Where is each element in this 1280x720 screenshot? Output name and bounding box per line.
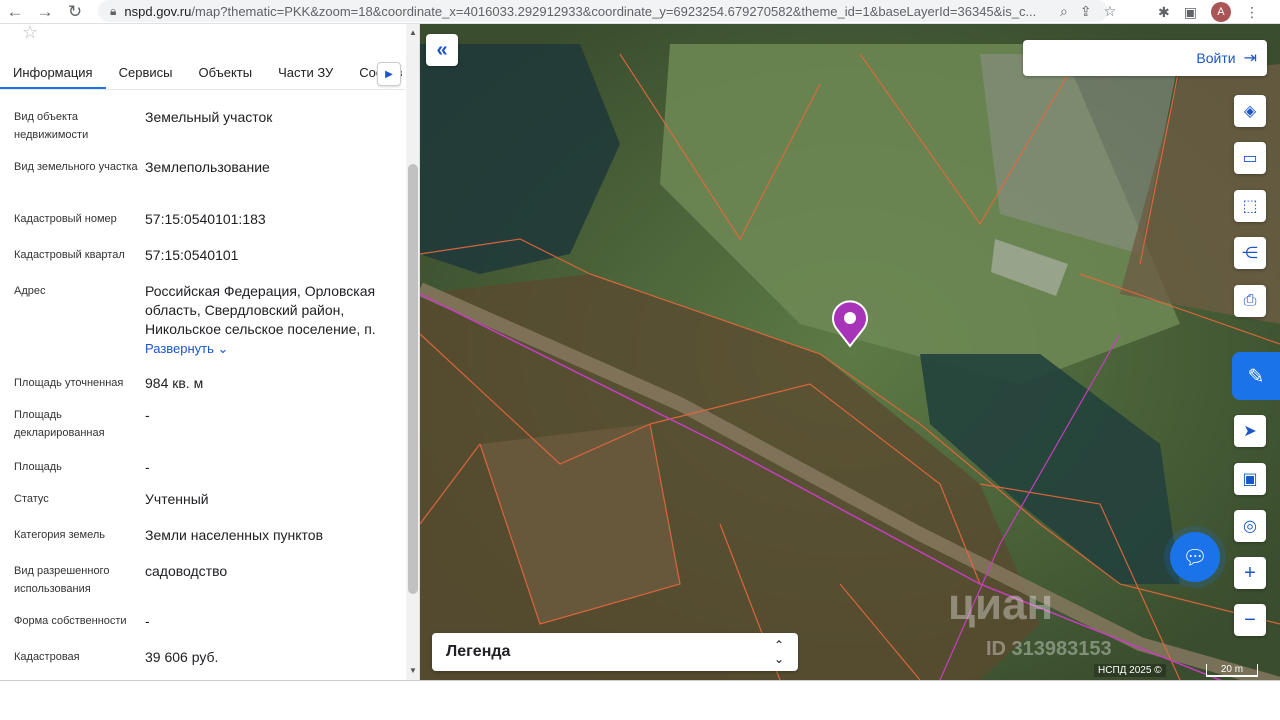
scroll-thumb[interactable]: [408, 164, 418, 594]
row-label: Площадь: [14, 461, 62, 473]
panel-scrollbar[interactable]: ▲ ▼: [406, 24, 419, 680]
row-value: садоводство: [145, 563, 228, 579]
info-panel: ☆ Информация Сервисы Объекты Части ЗУ Со…: [0, 24, 420, 680]
layers-icon[interactable]: ◈: [1234, 95, 1266, 127]
list-item: Площадь уточненная 984 кв. м: [0, 374, 400, 406]
zoom-icon[interactable]: ⌕: [1060, 3, 1068, 20]
login-arrow-icon: ⇥: [1243, 50, 1257, 67]
share-icon[interactable]: ⇪: [1080, 3, 1092, 20]
favorite-star-icon[interactable]: ☆: [22, 24, 38, 43]
print-icon[interactable]: ⎙: [1234, 285, 1266, 317]
back-arrow-icon[interactable]: ←: [0, 0, 30, 24]
list-item: Вид разрешенного использования садоводст…: [0, 562, 400, 612]
row-value: Землепользование: [145, 159, 270, 175]
list-item: Кадастровая 39 606 руб.: [0, 648, 400, 678]
reload-icon[interactable]: ↻: [60, 0, 90, 24]
row-label: Адрес: [14, 285, 46, 297]
share-icon[interactable]: ⋲: [1234, 237, 1266, 269]
watermark-id: ID 313983153: [986, 638, 1112, 660]
row-value: -: [145, 407, 150, 423]
row-value: 57:15:0540101:183: [145, 211, 266, 227]
row-value: Учтенный: [145, 491, 209, 507]
tab-parts[interactable]: Части ЗУ: [265, 58, 346, 89]
row-value: Земельный участок: [145, 109, 273, 125]
scroll-up-icon[interactable]: ▲: [409, 28, 417, 37]
sidebar-icon[interactable]: ▣: [1184, 4, 1197, 21]
expand-label: Развернуть: [145, 341, 214, 356]
row-label: Вид земельного участка: [14, 161, 138, 173]
row-value: 57:15:0540101: [145, 247, 239, 263]
legend-label: Легенда: [446, 643, 511, 660]
row-label: Статус: [14, 493, 49, 505]
zoom-out-icon[interactable]: −: [1234, 604, 1266, 636]
list-item: Вид земельного участка Землепользование: [0, 158, 400, 210]
zoom-in-icon[interactable]: +: [1234, 557, 1266, 589]
list-item: Площадь -: [0, 458, 400, 490]
map-view[interactable]: « Войти ⇥ ◈ ▭ ⬚ ⋲ ⎙ ✎ ➤ ▣ ◎ + − 💬︎ циан …: [420, 24, 1280, 680]
row-label: Вид объекта недвижимости: [14, 111, 89, 141]
avatar[interactable]: A: [1210, 2, 1231, 22]
satellite-imagery: [420, 24, 1280, 680]
row-label: Кадастровая: [14, 651, 80, 663]
scale-bar: 20 m: [1206, 664, 1258, 677]
row-value: 984 кв. м: [145, 375, 204, 391]
copyright-text: НСПД 2025 ©: [1094, 664, 1166, 677]
row-value: 39 606 руб.: [145, 649, 219, 665]
list-item: Категория земель Земли населенных пункто…: [0, 526, 400, 562]
collapse-panel-icon[interactable]: «: [426, 34, 458, 66]
expand-link[interactable]: Развернуть ⌄: [145, 339, 390, 359]
updown-chevron-icon: ⌃ ⌄: [773, 638, 784, 666]
menu-dots-icon[interactable]: ⋮: [1245, 4, 1259, 21]
row-value: -: [145, 613, 150, 629]
chat-icon[interactable]: 💬︎: [1170, 532, 1220, 582]
tab-information[interactable]: Информация: [0, 58, 106, 89]
login-button[interactable]: Войти ⇥: [1023, 40, 1267, 76]
url-path: /map?thematic=PKK&zoom=18&coordinate_x=4…: [191, 3, 1037, 19]
chevron-down-icon: ⌄: [217, 341, 229, 356]
row-label: Площадь уточненная: [14, 377, 124, 389]
tab-services[interactable]: Сервисы: [106, 58, 186, 89]
address-bar[interactable]: 🔒︎ nspd.gov.ru/map?thematic=PKK&zoom=18&…: [98, 0, 1108, 22]
tabs-scroll-right-icon[interactable]: ▶: [377, 62, 401, 86]
list-item: Адрес Российская Федерация, Орловская об…: [0, 282, 400, 374]
area-select-icon[interactable]: ⬚: [1234, 190, 1266, 222]
watermark: циан: [948, 580, 1054, 629]
row-label: Площадь декларированная: [14, 409, 105, 439]
geolocation-icon[interactable]: ◎: [1234, 510, 1266, 542]
minimap-icon[interactable]: ▣: [1234, 463, 1266, 495]
row-value: Российская Федерация, Орловская область,…: [145, 283, 376, 337]
list-item: Кадастровый номер 57:15:0540101:183: [0, 210, 400, 246]
ruler-icon[interactable]: ▭: [1234, 142, 1266, 174]
list-item: Кадастровый квартал 57:15:0540101: [0, 246, 400, 282]
assistant-icon[interactable]: ✎: [1232, 352, 1280, 400]
row-value: Земли населенных пунктов: [145, 527, 324, 543]
row-label: Вид разрешенного использования: [14, 565, 110, 595]
bookmark-star-icon[interactable]: ☆: [1104, 3, 1117, 20]
row-label: Кадастровый номер: [14, 213, 117, 225]
forward-arrow-icon[interactable]: →: [30, 0, 60, 24]
extensions-icon[interactable]: ✱: [1158, 4, 1170, 21]
row-label: Категория земель: [14, 529, 105, 541]
browser-toolbar: ← → ↻ 🔒︎ nspd.gov.ru/map?thematic=PKK&zo…: [0, 0, 1280, 24]
scroll-down-icon[interactable]: ▼: [409, 666, 417, 675]
attribute-list: Вид объекта недвижимости Земельный участ…: [0, 108, 400, 678]
login-label: Войти: [1196, 50, 1236, 66]
row-label: Кадастровый квартал: [14, 249, 125, 261]
list-item: Площадь декларированная -: [0, 406, 400, 458]
legend-dropdown[interactable]: Легенда ⌃ ⌄: [432, 633, 798, 671]
lock-icon: 🔒︎: [110, 3, 117, 18]
info-tabs: Информация Сервисы Объекты Части ЗУ Сост…: [0, 58, 405, 90]
list-item: Форма собственности -: [0, 612, 400, 648]
row-value: -: [145, 459, 150, 475]
row-label: Форма собственности: [14, 615, 127, 627]
bottom-strip: [0, 680, 1280, 720]
url-domain: nspd.gov.ru: [124, 3, 192, 19]
tab-objects[interactable]: Объекты: [185, 58, 265, 89]
list-item: Статус Учтенный: [0, 490, 400, 526]
list-item: Вид объекта недвижимости Земельный участ…: [0, 108, 400, 158]
navigate-icon[interactable]: ➤: [1234, 415, 1266, 447]
